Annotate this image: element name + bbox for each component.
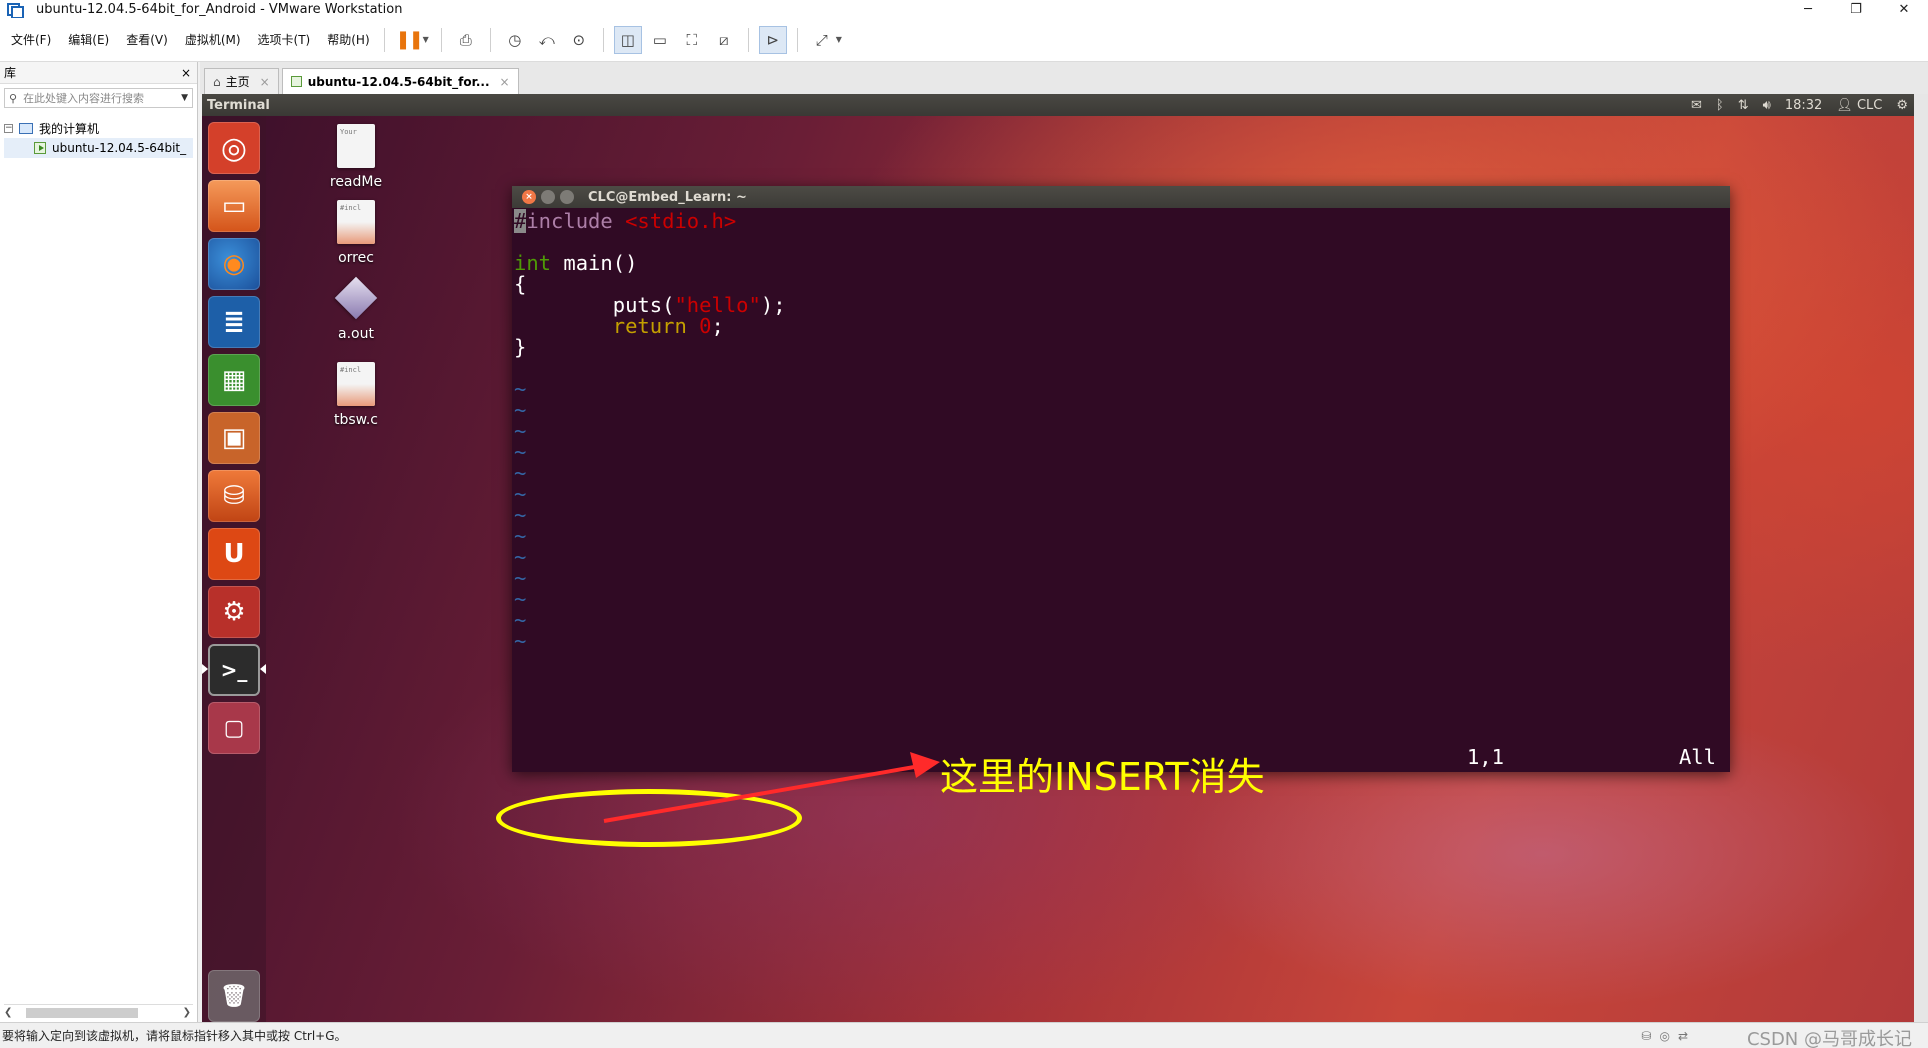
tree-item-label: 我的计算机	[39, 121, 100, 136]
menu-help[interactable]: 帮助(H)	[321, 31, 375, 48]
annotation-text: 这里的INSERT消失	[940, 755, 1265, 799]
scroll-right-icon[interactable]: ❯	[183, 1007, 191, 1018]
toolbar-separator	[602, 27, 604, 52]
library-close-button[interactable]: ×	[181, 66, 191, 80]
device-icons: ⛁ ◎ ⇄	[1641, 1029, 1688, 1043]
toolbar-separator	[747, 27, 749, 52]
library-header: 库 ×	[0, 62, 197, 84]
minimize-button[interactable]: ─	[1784, 0, 1832, 18]
tab-close-icon[interactable]: ×	[260, 75, 270, 89]
tab-ubuntu-vm[interactable]: ubuntu-12.04.5-64bit_for... ×	[281, 68, 519, 94]
menu-vm[interactable]: 虚拟机(M)	[179, 31, 247, 48]
tab-home[interactable]: ⌂ 主页 ×	[204, 68, 279, 94]
menu-file[interactable]: 文件(F)	[5, 31, 57, 48]
vm-tab-bar: ⌂ 主页 × ubuntu-12.04.5-64bit_for... ×	[200, 62, 1928, 94]
close-window-button[interactable]: ✕	[1880, 0, 1928, 18]
library-title: 库	[4, 66, 17, 80]
show-library-icon[interactable]: ◫	[613, 25, 642, 54]
menubar: 文件(F) 编辑(E) 查看(V) 虚拟机(M) 选项卡(T) 帮助(H) ❚❚…	[0, 18, 1928, 62]
snapshot-icon[interactable]: ◷	[501, 26, 529, 54]
vm-running-icon	[34, 142, 46, 154]
scrollbar-thumb[interactable]	[26, 1007, 139, 1018]
scroll-left-icon[interactable]: ❮	[4, 1007, 12, 1018]
library-tree: − 我的计算机 ubuntu-12.04.5-64bit_	[0, 112, 197, 164]
window-controls: ─ ❐ ✕	[1784, 0, 1928, 18]
restore-button[interactable]: ❐	[1832, 0, 1880, 18]
tree-item-ubuntu-vm[interactable]: ubuntu-12.04.5-64bit_	[4, 138, 193, 158]
status-message: 要将输入定向到该虚拟机，请将鼠标指针移入其中或按 Ctrl+G。	[2, 1029, 347, 1043]
tab-label: 主页	[225, 75, 250, 89]
collapse-icon[interactable]: −	[4, 123, 13, 133]
vmware-app-icon	[6, 2, 24, 19]
vm-icon	[290, 76, 302, 87]
hard-disk-icon[interactable]: ⛁	[1641, 1029, 1651, 1043]
library-search-placeholder: 在此处键入内容进行搜索	[23, 92, 145, 105]
toolbar-separator	[440, 27, 442, 52]
window-titlebar: ubuntu-12.04.5-64bit_for_Android - VMwar…	[0, 0, 1928, 19]
library-horizontal-scrollbar[interactable]: ❮ ❯	[4, 1004, 193, 1020]
watermark: CSDN @马哥成长记	[1746, 1029, 1912, 1048]
search-icon: ⚲	[9, 91, 18, 105]
cd-drive-icon[interactable]: ◎	[1659, 1029, 1669, 1043]
menu-edit[interactable]: 编辑(E)	[62, 31, 115, 48]
tree-item-my-computer[interactable]: − 我的计算机	[4, 118, 193, 138]
guest-vertical-scrollbar[interactable]	[1914, 94, 1928, 1022]
statusbar: 要将输入定向到该虚拟机，请将鼠标指针移入其中或按 Ctrl+G。 ⛁ ◎ ⇄ C…	[0, 1022, 1928, 1048]
library-panel: 库 × ⚲ 在此处键入内容进行搜索 ▼ − 我的计算机 ubuntu-12.04…	[0, 62, 198, 1022]
stretch-guest-icon[interactable]: ⤢	[808, 26, 836, 54]
thumbnail-bar-icon[interactable]: ▭	[646, 26, 674, 54]
pause-icon[interactable]: ❚❚	[395, 26, 424, 54]
stretch-dropdown-icon[interactable]: ▼	[836, 35, 842, 44]
network-adapter-icon[interactable]: ⇄	[1678, 1029, 1688, 1043]
pause-dropdown-icon[interactable]: ▼	[423, 35, 429, 44]
snapshot-manager-icon[interactable]: ⊙	[565, 26, 593, 54]
vm-guest-screen[interactable]: Terminal ✉ ᛒ ⇅ 🔊︎ 18:32 👤︎ CLC ⚙ ◎ ▭ ◉ ≣…	[202, 94, 1914, 1022]
toolbar-separator	[796, 27, 798, 52]
search-dropdown-icon[interactable]: ▼	[181, 93, 188, 103]
library-search-input[interactable]: ⚲ 在此处键入内容进行搜索 ▼	[4, 88, 193, 108]
menu-view[interactable]: 查看(V)	[120, 31, 174, 48]
toolbar-separator	[383, 27, 385, 52]
home-icon: ⌂	[213, 74, 221, 89]
full-screen-icon[interactable]: ⛶	[678, 26, 706, 54]
computer-icon	[19, 122, 33, 134]
toolbar-separator	[489, 27, 491, 52]
revert-snapshot-icon[interactable]: ⤺	[533, 26, 561, 54]
tab-close-icon[interactable]: ×	[500, 75, 510, 89]
console-view-icon[interactable]: ⊳	[758, 25, 787, 54]
menu-tabs[interactable]: 选项卡(T)	[252, 31, 317, 48]
annotation-arrow	[603, 752, 940, 823]
window-title: ubuntu-12.04.5-64bit_for_Android - VMwar…	[36, 1, 403, 17]
tree-item-label: ubuntu-12.04.5-64bit_	[52, 141, 187, 155]
unity-icon[interactable]: ⧄	[710, 26, 738, 54]
tab-label: ubuntu-12.04.5-64bit_for...	[307, 74, 490, 89]
send-ctrl-alt-del-icon[interactable]: ⎙	[452, 26, 480, 54]
